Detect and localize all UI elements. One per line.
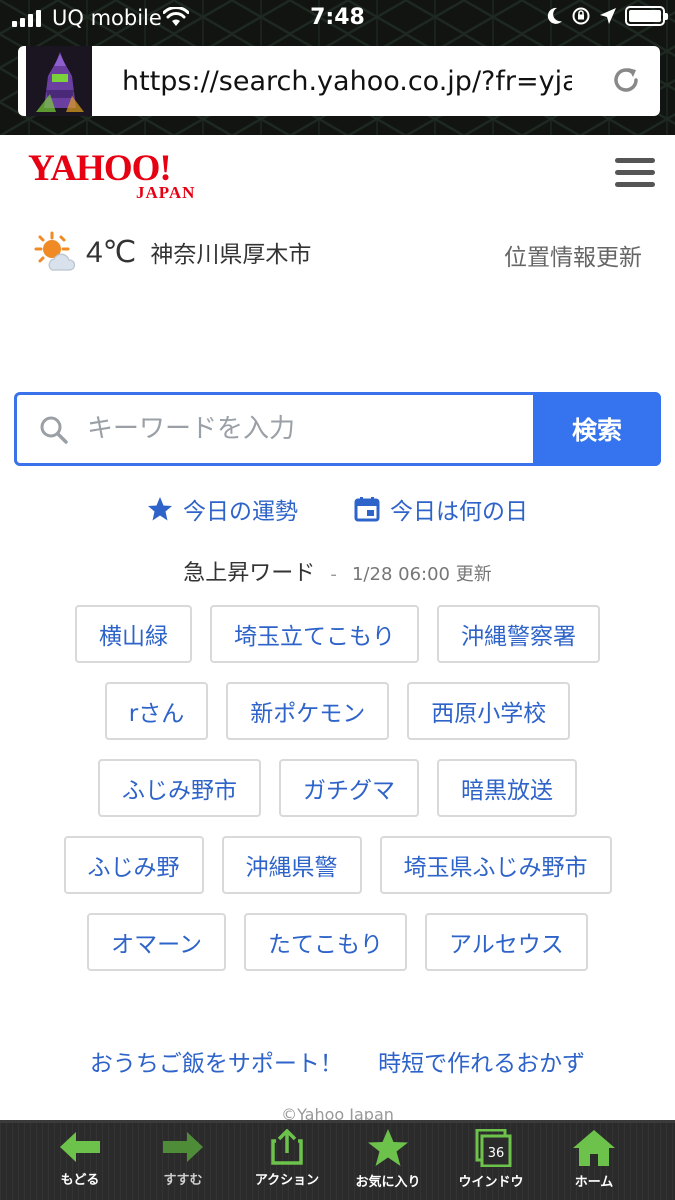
forward-arrow-icon (163, 1132, 203, 1162)
trending-words: 横山緑 埼玉立てこもり 沖縄警察署 rさん 新ポケモン 西原小学校 ふじみ野市 … (20, 605, 655, 990)
logo-sub-text: JAPAN (136, 183, 195, 202)
quick-links: 今日の運勢 今日は何の日 (0, 492, 675, 526)
weather-widget[interactable]: 4℃ 神奈川県厚木市 (32, 230, 311, 274)
url-text[interactable]: https://search.yahoo.co.jp/?fr=yjapp… (122, 66, 572, 97)
window-button[interactable]: 36 ウインドウ (441, 1128, 541, 1190)
trending-row: ふじみ野 沖縄県警 埼玉県ふじみ野市 (20, 836, 655, 894)
site-favicon (26, 46, 92, 116)
search-icon (40, 416, 68, 444)
fortune-link[interactable]: 今日の運勢 (147, 492, 298, 526)
action-button[interactable]: アクション (237, 1128, 337, 1188)
address-bar[interactable]: https://search.yahoo.co.jp/?fr=yjapp… (18, 46, 660, 116)
tabs-icon: 36 (475, 1128, 512, 1168)
temperature: 4℃ (86, 235, 137, 269)
sunny-partly-cloudy-icon (34, 231, 76, 271)
today-history-link[interactable]: 今日は何の日 (354, 492, 528, 526)
window-count: 36 (488, 1146, 505, 1161)
search-input[interactable] (71, 395, 533, 463)
trending-word[interactable]: たてこもり (244, 913, 408, 971)
trending-word[interactable]: ガチグマ (279, 759, 419, 817)
home-icon (573, 1130, 615, 1166)
forward-button[interactable]: すすむ (133, 1129, 233, 1188)
trending-word[interactable]: ふじみ野市 (98, 759, 261, 817)
back-button[interactable]: もどる (30, 1129, 130, 1188)
location-arrow-icon (600, 8, 616, 24)
action-label: アクション (254, 1173, 320, 1188)
trending-updated: 1/28 06:00 更新 (351, 564, 492, 585)
home-label: ホーム (574, 1175, 614, 1190)
trending-word[interactable]: 暗黒放送 (437, 759, 577, 817)
trending-row: ふじみ野市 ガチグマ 暗黒放送 (20, 759, 655, 817)
trending-word[interactable]: オマーン (87, 913, 227, 971)
favorites-button[interactable]: お気に入り (338, 1129, 438, 1190)
status-bar: UQ mobile 7:48 (0, 0, 675, 40)
promo-link-quick-recipes[interactable]: 時短で作れるおかず (378, 1051, 585, 1077)
browser-chrome: UQ mobile 7:48 https://search.yahoo.co.j… (0, 0, 675, 135)
rotation-lock-icon (572, 7, 590, 25)
back-label: もどる (60, 1173, 100, 1188)
calendar-icon (354, 497, 380, 522)
trending-word[interactable]: 沖縄警察署 (437, 605, 600, 663)
promo-links: おうちご飯をサポート！ 時短で作れるおかず (0, 1044, 675, 1078)
yahoo-japan-logo[interactable]: YAHOO! JAPAN (28, 148, 218, 203)
today-history-link-label: 今日は何の日 (390, 499, 528, 525)
promo-link-home-cooking[interactable]: おうちご飯をサポート！ (90, 1051, 343, 1077)
trending-word[interactable]: 埼玉立てこもり (210, 605, 419, 663)
trending-word[interactable]: ふじみ野 (63, 836, 204, 894)
home-button[interactable]: ホーム (544, 1129, 644, 1190)
trending-word[interactable]: アルセウス (425, 913, 588, 971)
star-icon (148, 497, 172, 521)
weather-location: 神奈川県厚木市 (150, 242, 312, 268)
trending-word[interactable]: 埼玉県ふじみ野市 (379, 836, 612, 894)
moon-icon (547, 7, 562, 24)
search-button[interactable]: 検索 (533, 392, 661, 466)
trending-row: 横山緑 埼玉立てこもり 沖縄警察署 (20, 605, 655, 663)
trending-title: 急上昇ワード (183, 561, 316, 586)
battery-icon (625, 6, 668, 26)
share-icon (271, 1128, 303, 1165)
trending-word[interactable]: 新ポケモン (226, 682, 390, 740)
forward-label: すすむ (163, 1173, 203, 1188)
trending-word[interactable]: 横山緑 (75, 605, 192, 663)
favorites-label: お気に入り (355, 1175, 421, 1190)
back-arrow-icon (60, 1132, 100, 1162)
trending-separator: - (330, 564, 337, 585)
trending-row: rさん 新ポケモン 西原小学校 (20, 682, 655, 740)
trending-header: 急上昇ワード - 1/28 06:00 更新 (0, 555, 675, 587)
trending-word[interactable]: 沖縄県警 (221, 836, 362, 894)
reload-icon[interactable] (610, 64, 642, 96)
trending-word[interactable]: 西原小学校 (407, 682, 571, 740)
star-icon (368, 1129, 408, 1166)
trending-row: オマーン たてこもり アルセウス (20, 913, 655, 971)
trending-word[interactable]: rさん (104, 682, 209, 740)
location-update-link[interactable]: 位置情報更新 (504, 238, 642, 272)
hamburger-menu-button[interactable] (615, 158, 655, 192)
search-form: 検索 (14, 392, 661, 466)
fortune-link-label: 今日の運勢 (183, 499, 298, 525)
window-label: ウインドウ (458, 1175, 524, 1190)
browser-toolbar: もどる すすむ アクション お気に入り 36 ウインドウ ホーム (0, 1120, 675, 1200)
